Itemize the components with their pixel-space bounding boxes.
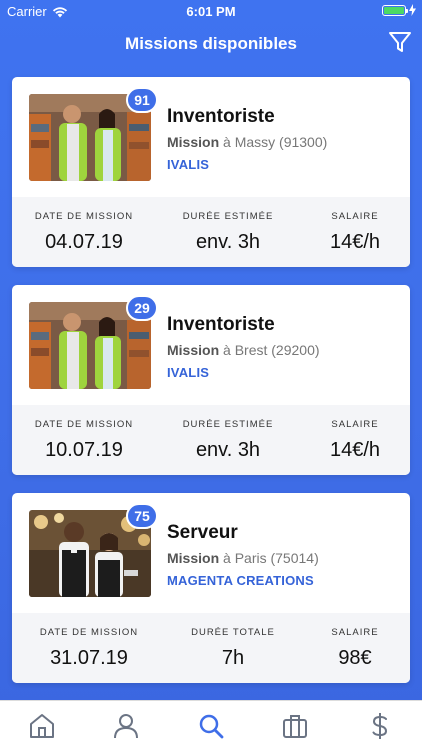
mission-date: DATE DE MISSION 04.07.19	[12, 197, 156, 267]
search-icon[interactable]	[196, 712, 226, 740]
dollar-icon[interactable]	[365, 712, 395, 740]
mission-date-value: 10.07.19	[45, 439, 123, 461]
mission-count-badge: 91	[126, 87, 158, 113]
status-right	[382, 4, 416, 16]
mission-salary-value: 14€/h	[329, 439, 381, 461]
mission-date-label: DATE DE MISSION	[34, 211, 134, 222]
mission-details: DATE DE MISSION 31.07.19 DURÉE TOTALE 7h…	[12, 613, 410, 683]
mission-date-label: DATE DE MISSION	[34, 419, 134, 430]
status-time: 6:01 PM	[186, 4, 236, 19]
mission-card-header: 29 Inventoriste Mission à Brest (29200) …	[12, 285, 410, 405]
mission-duration-value: env. 3h	[195, 231, 261, 253]
status-bar: Carrier 6:01 PM	[0, 0, 422, 22]
mission-date-value: 04.07.19	[45, 231, 123, 253]
mission-salary: SALAIRE 14€/h	[300, 405, 410, 475]
mission-card-header: 75 Serveur Mission à Paris (75014) MAGEN…	[12, 493, 410, 613]
mission-card[interactable]: 75 Serveur Mission à Paris (75014) MAGEN…	[12, 493, 410, 683]
job-location: Mission à Massy (91300)	[167, 134, 328, 150]
mission-count-badge: 75	[126, 503, 158, 529]
mission-salary: SALAIRE 98€	[300, 613, 410, 683]
mission-duration: DURÉE TOTALE 7h	[166, 613, 300, 683]
mission-salary: SALAIRE 14€/h	[300, 197, 410, 267]
battery-fill	[384, 6, 404, 14]
mission-duration-label: DURÉE ESTIMÉE	[182, 419, 274, 430]
mission-duration-label: DURÉE TOTALE	[191, 627, 275, 638]
mission-duration-value: env. 3h	[195, 439, 261, 461]
job-location: Mission à Paris (75014)	[167, 550, 319, 566]
company-link[interactable]: IVALIS	[167, 157, 209, 172]
home-icon[interactable]	[27, 712, 57, 740]
mission-salary-value: 14€/h	[329, 231, 381, 253]
company-link[interactable]: MAGENTA CREATIONS	[167, 573, 314, 588]
mission-date: DATE DE MISSION 10.07.19	[12, 405, 156, 475]
company-link[interactable]: IVALIS	[167, 365, 209, 380]
mission-details: DATE DE MISSION 10.07.19 DURÉE ESTIMÉE e…	[12, 405, 410, 475]
mission-salary-label: SALAIRE	[331, 419, 379, 430]
mission-duration: DURÉE ESTIMÉE env. 3h	[156, 197, 300, 267]
job-title: Inventoriste	[167, 314, 275, 335]
mission-count-badge: 29	[126, 295, 158, 321]
mission-duration-value: 7h	[221, 647, 245, 669]
mission-date-label: DATE DE MISSION	[39, 627, 139, 638]
nav-bar: Missions disponibles	[0, 22, 422, 66]
briefcase-icon[interactable]	[280, 712, 310, 740]
mission-card-header: 91 Inventoriste Mission à Massy (91300) …	[12, 77, 410, 197]
mission-card[interactable]: 29 Inventoriste Mission à Brest (29200) …	[12, 285, 410, 475]
mission-details: DATE DE MISSION 04.07.19 DURÉE ESTIMÉE e…	[12, 197, 410, 267]
tab-bar	[0, 700, 422, 750]
job-title: Inventoriste	[167, 106, 275, 127]
mission-date: DATE DE MISSION 31.07.19	[12, 613, 166, 683]
charging-icon	[409, 4, 416, 16]
filter-icon[interactable]	[388, 30, 412, 54]
mission-salary-label: SALAIRE	[331, 211, 379, 222]
job-title: Serveur	[167, 522, 238, 543]
battery-icon	[382, 4, 408, 16]
mission-duration: DURÉE ESTIMÉE env. 3h	[156, 405, 300, 475]
mission-salary-value: 98€	[338, 647, 372, 669]
page-title: Missions disponibles	[125, 34, 297, 53]
mission-card[interactable]: 91 Inventoriste Mission à Massy (91300) …	[12, 77, 410, 267]
job-location: Mission à Brest (29200)	[167, 342, 320, 358]
mission-duration-label: DURÉE ESTIMÉE	[182, 211, 274, 222]
profile-icon[interactable]	[111, 712, 141, 740]
mission-salary-label: SALAIRE	[331, 627, 379, 638]
mission-date-value: 31.07.19	[50, 647, 128, 669]
